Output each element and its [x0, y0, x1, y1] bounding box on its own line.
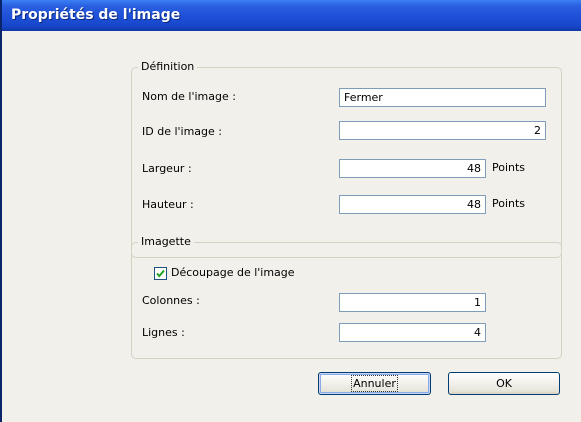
thumbnail-legend: Imagette — [138, 235, 194, 248]
split-image-checkbox[interactable] — [154, 267, 167, 280]
height-input[interactable]: 48 — [339, 195, 486, 214]
height-label: Hauteur : — [142, 198, 194, 211]
definition-legend: Définition — [138, 60, 198, 73]
image-name-input[interactable]: Fermer — [339, 88, 546, 107]
ok-button-label: OK — [496, 377, 512, 390]
cancel-button-label: Annuler — [351, 375, 398, 392]
rows-label: Lignes : — [142, 326, 185, 339]
ok-button[interactable]: OK — [448, 372, 560, 395]
rows-input[interactable]: 4 — [339, 323, 486, 342]
columns-label: Colonnes : — [142, 294, 200, 307]
height-unit: Points — [492, 197, 526, 210]
dialog-window: Propriétés de l'image Définition Nom de … — [0, 0, 581, 422]
checkmark-icon — [156, 269, 165, 278]
dialog-body: Définition Nom de l'image : Fermer ID de… — [2, 31, 581, 422]
image-id-label: ID de l'image : — [142, 125, 223, 138]
width-input[interactable]: 48 — [339, 159, 486, 178]
width-label: Largeur : — [142, 162, 192, 175]
image-name-label: Nom de l'image : — [142, 90, 236, 103]
columns-input[interactable]: 1 — [339, 293, 486, 312]
split-image-label[interactable]: Découpage de l'image — [171, 266, 295, 279]
width-unit: Points — [492, 161, 526, 174]
title-bar[interactable]: Propriétés de l'image — [2, 0, 581, 31]
definition-group: Définition Nom de l'image : Fermer ID de… — [131, 60, 562, 258]
cancel-button[interactable]: Annuler — [318, 372, 431, 395]
image-id-input[interactable]: 2 — [339, 121, 546, 140]
window-title: Propriétés de l'image — [11, 7, 181, 23]
thumbnail-group: Imagette Découpage de l'image Colonnes :… — [131, 235, 562, 359]
